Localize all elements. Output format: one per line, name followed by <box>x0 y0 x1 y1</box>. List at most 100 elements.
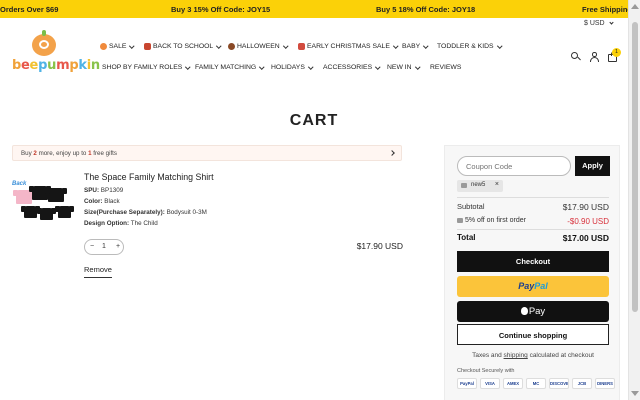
paypal-button[interactable]: PayPal <box>457 276 609 297</box>
scroll-down-icon[interactable] <box>631 391 639 396</box>
diners-icon: DINERS <box>595 378 615 389</box>
paypal-label-part-1: Pay <box>518 281 535 291</box>
discount-row: 5% off on first order -$0.90 USD <box>457 217 609 226</box>
nav-item-reviews[interactable]: REVIEWS <box>430 64 461 71</box>
amex-icon: AMEX <box>503 378 523 389</box>
nav-label: ACCESSORIES <box>323 64 373 71</box>
christmas-icon <box>298 43 305 50</box>
apple-logo-icon <box>520 307 528 315</box>
quantity-stepper[interactable]: − 1 + <box>84 239 124 255</box>
nav-label: NEW IN <box>387 64 412 71</box>
nav-label: BABY <box>402 43 421 50</box>
chevron-down-icon <box>608 20 614 25</box>
discount-value: -$0.90 USD <box>567 217 609 226</box>
chevron-down-icon <box>496 43 502 48</box>
nav-label: HOLIDAYS <box>271 64 305 71</box>
site-logo[interactable]: beepumpkin <box>12 30 100 82</box>
nav-item-back-to-school[interactable]: BACK TO SCHOOL <box>144 43 222 50</box>
chevron-down-icon <box>308 64 314 69</box>
divider <box>457 229 609 230</box>
subtotal-label: Subtotal <box>457 202 485 211</box>
remove-item-link[interactable]: Remove <box>84 265 112 278</box>
gift-text-middle: more, enjoy up to <box>36 150 89 157</box>
announcement-bar: Orders Over $69 Buy 3 15% Off Code: JOY1… <box>0 0 628 18</box>
chevron-down-icon <box>393 43 399 48</box>
total-label: Total <box>457 233 476 242</box>
chevron-right-icon[interactable] <box>389 150 395 156</box>
currency-selector[interactable]: $ USD <box>584 20 614 27</box>
nav-label: EARLY CHRISTMAS SALE <box>307 43 390 50</box>
logo-wordmark: beepumpkin <box>12 58 100 73</box>
nav-item-accessories[interactable]: ACCESSORIES <box>323 64 381 71</box>
cart-count-badge: 1 <box>612 48 621 57</box>
line-item-price: $17.90 USD <box>356 241 403 251</box>
applied-coupon-tag: new5 × <box>457 180 503 192</box>
nav-item-shop-by-family-roles[interactable]: SHOP BY FAMILY ROLES <box>102 64 191 71</box>
quantity-increase-button[interactable]: + <box>116 243 120 250</box>
product-image[interactable]: Back <box>12 178 76 230</box>
chevron-down-icon <box>414 64 420 69</box>
chevron-down-icon <box>185 64 191 69</box>
checkout-button[interactable]: Checkout <box>457 251 609 272</box>
subtotal-row: Subtotal $17.90 USD <box>457 202 609 212</box>
nav-item-baby[interactable]: BABY <box>402 43 429 50</box>
account-icon[interactable] <box>589 52 599 62</box>
currency-label: $ USD <box>584 20 605 27</box>
logo-text: beepumpkin <box>12 58 100 73</box>
nav-label: REVIEWS <box>430 64 462 71</box>
nav-item-sale[interactable]: SALE <box>100 43 135 50</box>
applied-coupon-code: new5 <box>471 182 486 188</box>
continue-shopping-button[interactable]: Continue shopping <box>457 324 609 345</box>
nav-label: BACK TO SCHOOL <box>153 43 214 50</box>
order-summary-panel: Apply new5 × Subtotal $17.90 USD 5% off … <box>444 145 620 400</box>
page-scrollbar[interactable] <box>628 0 640 400</box>
free-gift-progress-bar[interactable]: Buy 2 more, enjoy up to 1 free gifts <box>12 145 402 161</box>
nav-item-family-matching[interactable]: FAMILY MATCHING <box>195 64 265 71</box>
gift-text-prefix: Buy <box>21 150 34 157</box>
nav-label: SHOP BY FAMILY ROLES <box>102 64 183 71</box>
shipping-link[interactable]: shipping <box>504 352 528 359</box>
coupon-code-input[interactable] <box>457 156 571 176</box>
mastercard-icon: MC <box>526 378 546 389</box>
nav-item-new-in[interactable]: NEW IN <box>387 64 420 71</box>
pumpkin-icon <box>100 43 107 50</box>
nav-label: TODDLER & KIDS <box>437 43 494 50</box>
taxes-note: Taxes and shipping calculated at checkou… <box>472 352 594 359</box>
nav-item-halloween[interactable]: HALLOWEEN <box>228 43 288 50</box>
total-value: $17.00 USD <box>562 233 609 243</box>
apple-pay-label: Pay <box>528 306 546 317</box>
product-image-badge: Back <box>12 181 27 187</box>
scrollbar-thumb[interactable] <box>632 22 638 312</box>
backpack-icon <box>144 43 151 50</box>
quantity-value[interactable]: 1 <box>102 243 106 250</box>
product-title-link[interactable]: The Space Family Matching Shirt <box>84 172 214 182</box>
nav-item-early-christmas-sale[interactable]: EARLY CHRISTMAS SALE <box>298 43 399 50</box>
search-icon[interactable] <box>571 52 581 62</box>
tag-icon <box>461 183 467 188</box>
remove-coupon-icon[interactable]: × <box>495 181 499 188</box>
scroll-up-icon[interactable] <box>631 4 639 9</box>
quantity-decrease-button[interactable]: − <box>90 243 94 250</box>
nav-item-toddler-kids[interactable]: TODDLER & KIDS <box>437 43 502 50</box>
apply-coupon-button[interactable]: Apply <box>575 156 610 176</box>
announcement-text: Buy 3 15% Off Code: JOY15 <box>171 5 271 14</box>
chevron-down-icon <box>375 64 381 69</box>
announcement-text: Buy 5 18% Off Code: JOY18 <box>376 5 476 14</box>
product-color: Color: Black <box>84 198 120 205</box>
product-design-option: Design Option: The Child <box>84 220 158 227</box>
subtotal-value: $17.90 USD <box>562 202 609 212</box>
secure-checkout-label: Checkout Securely with <box>457 368 515 374</box>
product-size: Size(Purchase Separately): Bodysuit 0-3M <box>84 209 207 216</box>
discover-icon: DISCOVER <box>549 378 569 389</box>
chevron-down-icon <box>282 43 288 48</box>
nav-item-holidays[interactable]: HOLIDAYS <box>271 64 314 71</box>
apple-pay-button[interactable]: Pay <box>457 301 609 322</box>
nav-label: FAMILY MATCHING <box>195 64 257 71</box>
chevron-down-icon <box>216 43 222 48</box>
nav-label: SALE <box>109 43 127 50</box>
announcement-text: Orders Over $69 <box>0 5 59 14</box>
pumpkin-logo-icon <box>32 30 56 56</box>
jcb-icon: JCB <box>572 378 592 389</box>
nav-label: HALLOWEEN <box>237 43 280 50</box>
tag-icon <box>457 218 463 223</box>
